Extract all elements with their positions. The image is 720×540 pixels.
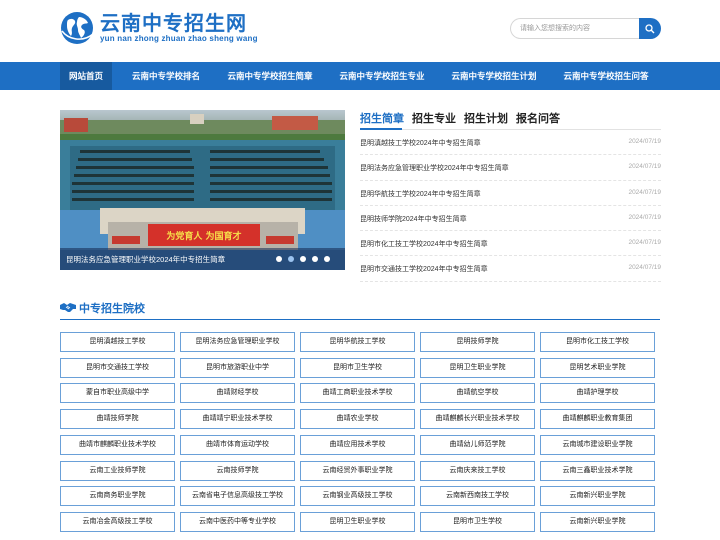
tab-admission-plan[interactable]: 招生计划: [464, 110, 508, 126]
tab-registration-qa[interactable]: 报名问答: [516, 110, 560, 126]
school-link[interactable]: 昆明市卫生学校: [420, 511, 535, 532]
news-item[interactable]: 昆明市交通技工学校2024年中专招生简章 2024/07/19: [360, 256, 661, 282]
school-link[interactable]: 云南新西南技工学校: [420, 486, 535, 507]
school-link[interactable]: 曲靖市麒麟职业技术学校: [60, 434, 175, 455]
school-link[interactable]: 云南城市建设职业学院: [540, 434, 655, 455]
school-link[interactable]: 昆明卫生职业学院: [420, 357, 535, 378]
school-link[interactable]: 云南庆来技工学校: [420, 460, 535, 481]
news-date: 2024/07/19: [628, 138, 661, 145]
site-header: 云南中专招生网 yun nan zhong zhuan zhao sheng w…: [0, 0, 720, 62]
logo-subtitle: yun nan zhong zhuan zhao sheng wang: [100, 34, 258, 43]
school-link[interactable]: 昆明法务应急管理职业学校: [180, 332, 295, 352]
school-link[interactable]: 昆明艺术职业学院: [540, 357, 655, 378]
news-date: 2024/07/19: [628, 239, 661, 247]
news-title[interactable]: 昆明市化工技工学校2024年中专招生简章: [360, 239, 488, 249]
school-link[interactable]: 云南新兴职业学院: [540, 511, 655, 532]
carousel-dots: [276, 256, 330, 262]
news-tabs: 招生简章 招生专业 招生计划 报名问答: [360, 108, 661, 130]
section-title: 中专招生院校: [79, 302, 145, 315]
handshake-icon: [60, 303, 76, 312]
school-link[interactable]: 曲靖技师学院: [60, 409, 175, 430]
search-button[interactable]: [639, 18, 661, 39]
school-link[interactable]: 曲靖航空学校: [420, 383, 535, 404]
news-item[interactable]: 昆明技师学院2024年中专招生简章 2024/07/19: [360, 206, 661, 232]
school-link[interactable]: 曲靖靖宁职业技术学校: [180, 409, 295, 430]
school-link[interactable]: 云南技师学院: [180, 460, 295, 481]
carousel-dot[interactable]: [324, 256, 330, 262]
school-link[interactable]: 曲靖应用技术学校: [300, 434, 415, 455]
school-link[interactable]: 云南工业技师学院: [60, 460, 175, 481]
banner-carousel[interactable]: 为党育人 为国育才 昆明法务应急管理职业学校2024年中专招生简章: [60, 110, 345, 270]
nav-admission-brochure[interactable]: 云南中专学校招生简章: [222, 62, 318, 90]
tab-admission-brochure[interactable]: 招生简章: [360, 110, 404, 126]
nav-home[interactable]: 网站首页: [60, 62, 112, 90]
news-title[interactable]: 昆明技师学院2024年中专招生简章: [360, 214, 467, 224]
school-link[interactable]: 昆明市交通技工学校: [60, 357, 175, 378]
school-link[interactable]: 曲靖财经学校: [180, 383, 295, 404]
school-link[interactable]: 蒙自市职业高级中学: [60, 383, 175, 404]
nav-school-ranking[interactable]: 云南中专学校排名: [126, 62, 206, 90]
school-link[interactable]: 昆明卫生职业学校: [300, 511, 415, 532]
news-list: 昆明滇越技工学校2024年中专招生简章 2024/07/19 昆明法务应急管理职…: [360, 130, 661, 282]
tab-admission-majors[interactable]: 招生专业: [412, 110, 456, 126]
news-item[interactable]: 昆明市化工技工学校2024年中专招生简章 2024/07/19: [360, 231, 661, 257]
news-item[interactable]: 昆明华航技工学校2024年中专招生简章 2024/07/19: [360, 181, 661, 206]
banner-image: 为党育人 为国育才: [60, 110, 345, 270]
school-link[interactable]: 昆明华航技工学校: [300, 332, 415, 352]
search-icon: [645, 23, 655, 33]
school-link[interactable]: 昆明市化工技工学校: [540, 332, 655, 352]
school-link[interactable]: 云南中医药中等专业学校: [180, 511, 295, 532]
carousel-dot-active[interactable]: [288, 256, 294, 262]
nav-admission-qa[interactable]: 云南中专学校招生问答: [558, 62, 654, 90]
news-date: 2024/07/19: [628, 188, 661, 196]
search-box: [510, 18, 661, 39]
school-link[interactable]: 云南三鑫职业技术学院: [540, 460, 655, 481]
school-link[interactable]: 曲靖麒麟长兴职业技术学校: [420, 409, 535, 430]
news-item[interactable]: 昆明滇越技工学校2024年中专招生简章 2024/07/19: [360, 130, 661, 156]
globe-icon: [61, 12, 94, 44]
banner-caption-text: 昆明法务应急管理职业学校2024年中专招生简章: [66, 255, 226, 264]
nav-admission-majors[interactable]: 云南中专学校招生专业: [334, 62, 430, 90]
news-item[interactable]: 昆明法务应急管理职业学校2024年中专招生简章 2024/07/19: [360, 155, 661, 181]
school-link[interactable]: 昆明技师学院: [420, 332, 535, 352]
school-link[interactable]: 云南冶金高级技工学校: [60, 511, 175, 532]
school-link[interactable]: 曲靖麒麟职业教育集团: [540, 409, 655, 430]
school-link[interactable]: 云南经贸外事职业学院: [300, 460, 415, 481]
school-link[interactable]: 昆明市卫生学校: [300, 357, 415, 378]
carousel-dot[interactable]: [312, 256, 318, 262]
school-link[interactable]: 曲靖幼儿师范学院: [420, 434, 535, 455]
main-nav: 网站首页 云南中专学校排名 云南中专学校招生简章 云南中专学校招生专业 云南中专…: [0, 62, 720, 90]
news-title[interactable]: 昆明华航技工学校2024年中专招生简章: [360, 189, 481, 199]
carousel-dot[interactable]: [300, 256, 306, 262]
banner-slogan: 为党育人 为国育才: [166, 230, 241, 242]
school-link[interactable]: 昆明滇越技工学校: [60, 332, 175, 352]
school-link[interactable]: 云南商务职业学院: [60, 486, 175, 507]
school-link[interactable]: 曲靖工商职业技术学校: [300, 383, 415, 404]
news-title[interactable]: 昆明滇越技工学校2024年中专招生简章: [360, 138, 481, 148]
school-link[interactable]: 昆明市旅游职业中学: [180, 357, 295, 378]
school-link[interactable]: 曲靖市体育运动学校: [180, 434, 295, 455]
nav-admission-plan[interactable]: 云南中专学校招生计划: [446, 62, 542, 90]
school-link[interactable]: 云南省电子信息高级技工学校: [180, 486, 295, 507]
school-link[interactable]: 云南钢业高级技工学校: [300, 486, 415, 507]
news-title[interactable]: 昆明市交通技工学校2024年中专招生简章: [360, 264, 488, 274]
school-link[interactable]: 曲靖农业学校: [300, 409, 415, 430]
school-link[interactable]: 云南新兴职业学院: [540, 486, 655, 507]
news-date: 2024/07/19: [628, 264, 661, 272]
search-input[interactable]: [510, 18, 640, 39]
school-link[interactable]: 曲靖护理学校: [540, 383, 655, 404]
news-date: 2024/07/19: [628, 213, 661, 221]
logo-title: 云南中专招生网: [100, 11, 247, 35]
site-logo[interactable]: 云南中专招生网 yun nan zhong zhuan zhao sheng w…: [60, 8, 258, 48]
carousel-dot[interactable]: [276, 256, 282, 262]
news-title[interactable]: 昆明法务应急管理职业学校2024年中专招生简章: [360, 163, 509, 173]
schools-section-header: 中专招生院校: [60, 298, 660, 320]
news-date: 2024/07/19: [628, 163, 661, 171]
